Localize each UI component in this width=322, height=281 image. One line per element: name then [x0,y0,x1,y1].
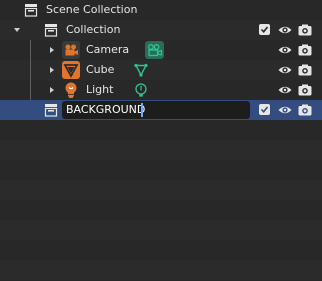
expand-arrow-down-icon[interactable] [12,25,22,35]
light-data-icon[interactable] [133,82,149,101]
collection-row[interactable]: Collection [0,20,322,40]
object-label-light: Light [86,83,114,96]
expand-arrow-right-icon[interactable] [47,85,57,95]
object-label-cube: Cube [86,63,115,76]
exclude-checkbox[interactable] [259,104,270,115]
camera-render-icon[interactable] [297,82,313,98]
light-object-icon [63,81,79,102]
collection-icon [44,103,58,120]
camera-render-icon[interactable] [297,102,313,118]
text-cursor [141,103,143,117]
scene-collection-row[interactable]: Scene Collection [0,0,322,20]
eye-icon[interactable] [277,82,293,98]
eye-icon[interactable] [277,62,293,78]
rename-input-text: BACKGROUND [66,103,146,116]
object-label-camera: Camera [86,43,130,56]
eye-icon[interactable] [277,22,293,38]
mesh-object-icon [62,61,80,82]
eye-icon[interactable] [277,42,293,58]
object-row-light[interactable]: Light [0,80,322,100]
camera-data-icon[interactable] [145,41,164,62]
scene-collection-label: Scene Collection [46,3,138,16]
camera-render-icon[interactable] [297,22,313,38]
exclude-checkbox[interactable] [259,24,270,35]
object-row-cube[interactable]: Cube [0,60,322,80]
expand-arrow-right-icon[interactable] [47,45,57,55]
eye-icon[interactable] [277,102,293,118]
collection-label: Collection [66,23,121,36]
scene-collection-icon [24,3,38,20]
camera-render-icon[interactable] [297,62,313,78]
expand-arrow-right-icon[interactable] [47,65,57,75]
camera-render-icon[interactable] [297,42,313,58]
object-row-camera[interactable]: Camera [0,40,322,60]
rename-input[interactable]: BACKGROUND [62,101,250,119]
camera-object-icon [62,41,80,62]
collection-icon [44,23,58,40]
mesh-data-icon[interactable] [133,62,149,81]
collection-row-background[interactable]: BACKGROUND [0,100,322,120]
